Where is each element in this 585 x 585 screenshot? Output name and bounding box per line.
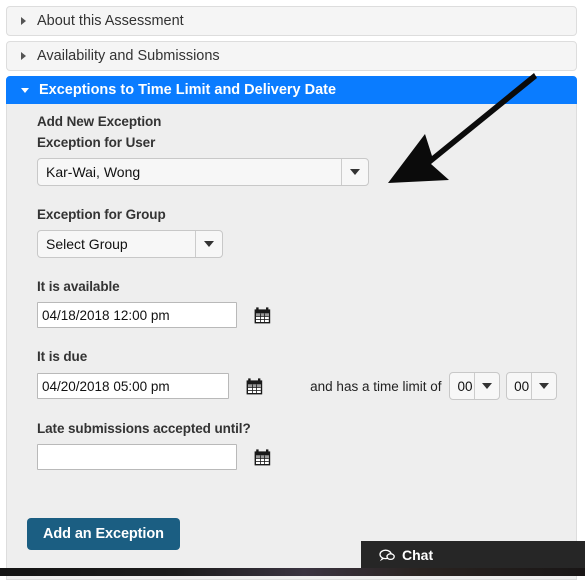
exception-for-group-dropdown-button[interactable] [195, 231, 222, 257]
panel-about-this-assessment: About this Assessment [6, 6, 577, 36]
label-late-submissions-accepted-until: Late submissions accepted until? [37, 421, 251, 436]
exception-for-user-value: Kar-Wai, Wong [46, 164, 141, 180]
add-an-exception-button[interactable]: Add an Exception [27, 518, 180, 550]
accordion-header-availability-and-submissions[interactable]: Availability and Submissions [6, 41, 577, 71]
exception-for-user-dropdown-button[interactable] [341, 159, 368, 185]
time-limit-text: and has a time limit of [310, 378, 442, 394]
label-it-is-due: It is due [37, 349, 88, 364]
chevron-down-icon [539, 383, 549, 389]
late-submission-date-input[interactable] [37, 444, 237, 470]
chevron-down-icon [204, 241, 214, 247]
accordion-label-about-this-assessment: About this Assessment [37, 13, 184, 29]
due-date-row: and has a time limit of 00 00 [37, 372, 557, 400]
accordion-label-availability-and-submissions: Availability and Submissions [37, 48, 220, 64]
time-limit-hours-dropdown-button[interactable] [474, 373, 499, 399]
chat-bar[interactable]: Chat [361, 541, 585, 569]
late-submission-date-row [37, 444, 557, 470]
due-date-input[interactable] [37, 373, 230, 399]
time-limit-minutes-value: 00 [514, 378, 530, 394]
assessment-accordion: About this Assessment Availability and S… [6, 6, 577, 585]
chevron-right-icon [21, 52, 26, 60]
accordion-header-about-this-assessment[interactable]: About this Assessment [6, 6, 577, 36]
bottom-edge-strip [0, 568, 585, 576]
accordion-header-exceptions[interactable]: Exceptions to Time Limit and Delivery Da… [6, 76, 577, 104]
calendar-icon[interactable] [254, 448, 271, 466]
label-it-is-available: It is available [37, 279, 120, 294]
form-section-title: Add New Exception [37, 114, 162, 129]
exception-for-group-value: Select Group [46, 236, 128, 252]
time-limit-minutes-select[interactable]: 00 [506, 372, 557, 400]
exception-for-user-select[interactable]: Kar-Wai, Wong [37, 158, 369, 186]
calendar-icon[interactable] [246, 377, 263, 395]
calendar-icon[interactable] [254, 306, 271, 324]
exceptions-panel-body: Add New Exception Exception for User Kar… [6, 104, 577, 580]
chevron-down-icon [21, 87, 29, 93]
chevron-down-icon [482, 383, 493, 389]
panel-availability-and-submissions: Availability and Submissions [6, 41, 577, 71]
available-date-input[interactable] [37, 302, 237, 328]
chat-bubble-icon [379, 549, 395, 561]
available-date-row [37, 302, 557, 328]
exception-for-group-select[interactable]: Select Group [37, 230, 223, 258]
accordion-label-exceptions: Exceptions to Time Limit and Delivery Da… [39, 82, 337, 98]
panel-exceptions-to-time-limit-and-delivery-date: Exceptions to Time Limit and Delivery Da… [6, 76, 577, 580]
time-limit-minutes-dropdown-button[interactable] [531, 373, 556, 399]
time-limit-hours-value: 00 [457, 378, 473, 394]
label-exception-for-group: Exception for Group [37, 207, 166, 222]
chevron-right-icon [21, 17, 26, 25]
label-exception-for-user: Exception for User [37, 135, 156, 150]
chat-label: Chat [402, 547, 434, 563]
chevron-down-icon [350, 169, 360, 175]
time-limit-hours-select[interactable]: 00 [449, 372, 501, 400]
add-new-exception-form: Add New Exception Exception for User Kar… [37, 114, 557, 470]
